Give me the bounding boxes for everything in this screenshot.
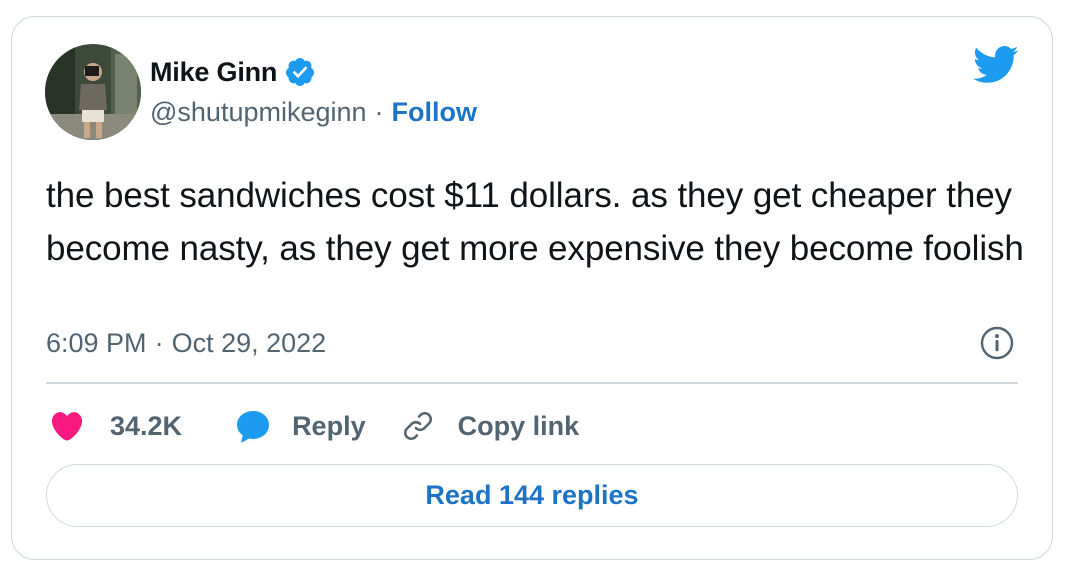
- author-handle[interactable]: @shutupmikeginn: [150, 97, 367, 128]
- follow-button[interactable]: Follow: [392, 97, 477, 128]
- speech-bubble-icon: [237, 410, 270, 443]
- avatar-photo: [45, 44, 141, 140]
- copy-link-label: Copy link: [457, 410, 580, 441]
- read-replies-button[interactable]: Read 144 replies: [46, 464, 1018, 527]
- like-count: 34.2K: [110, 410, 183, 441]
- author-name-row[interactable]: Mike Ginn: [150, 55, 316, 89]
- tweet-time[interactable]: 6:09 PM: [46, 328, 147, 359]
- handle-separator: ·: [374, 96, 384, 127]
- verified-badge-icon: [284, 56, 316, 88]
- heart-icon: [51, 412, 83, 441]
- timestamp-separator: ·: [154, 327, 164, 358]
- link-icon: [403, 411, 432, 441]
- author-handle-row: @shutupmikeginn · Follow: [150, 94, 477, 130]
- tweet-card: Mike Ginn @shutupmikeginn · Follow the b…: [11, 16, 1053, 560]
- action-bar: 34.2K Reply Copy link: [49, 404, 579, 448]
- copy-link-button[interactable]: Copy link: [400, 408, 580, 444]
- like-button[interactable]: 34.2K: [49, 408, 182, 444]
- twitter-bird-icon[interactable]: [973, 45, 1019, 85]
- reply-button[interactable]: Reply: [234, 407, 366, 445]
- divider: [46, 382, 1018, 384]
- tweet-date[interactable]: Oct 29, 2022: [172, 328, 327, 359]
- author-name[interactable]: Mike Ginn: [150, 57, 277, 88]
- reply-label: Reply: [292, 410, 366, 441]
- avatar[interactable]: [45, 44, 141, 140]
- info-icon[interactable]: [979, 325, 1015, 361]
- tweet-text: the best sandwiches cost $11 dollars. as…: [46, 176, 1024, 268]
- tweet-timestamp[interactable]: 6:09 PM · Oct 29, 2022: [46, 323, 326, 363]
